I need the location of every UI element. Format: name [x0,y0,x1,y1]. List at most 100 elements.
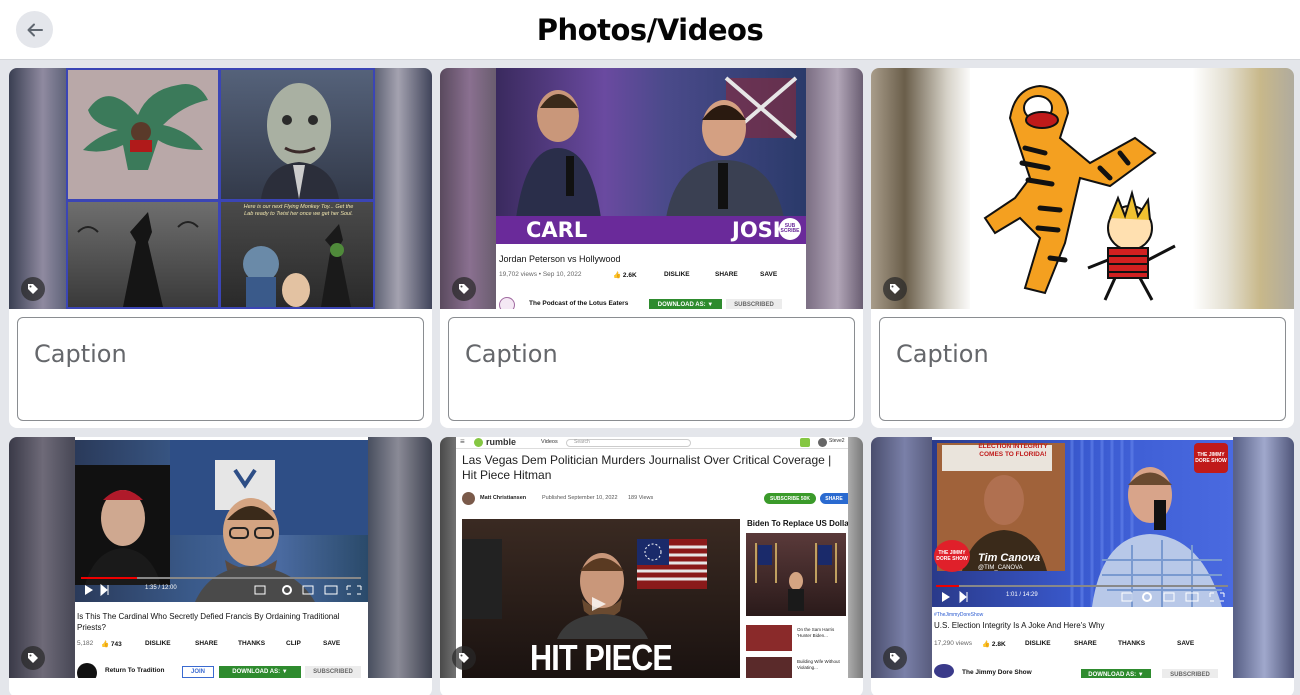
tag-icon [459,653,469,663]
video-headline: HIT PIECE HITMAN [530,637,673,678]
side-thumb-1 [746,533,846,616]
video-title: Las Vegas Dem Politician Murders Journal… [462,453,832,482]
tag-icon [890,653,900,663]
page-title: Photos/Videos [536,13,764,47]
tag-button[interactable] [21,277,45,301]
channel-name: The Jimmy Dore Show [962,669,1032,676]
nav-videos: Videos [541,439,558,445]
thanks-label: THANKS [238,640,266,647]
save-label: SAVE [1177,640,1195,647]
collage-zombie [221,70,373,199]
channel-name: Matt Christiansen [480,495,527,501]
join-button: JOIN [182,666,214,678]
tag-button[interactable] [21,646,45,670]
player-controls-icon [942,590,1225,604]
channel-avatar [934,664,954,678]
publish-date: Published September 10, 2022 [542,495,618,501]
download-button: DOWNLOAD AS: ▼ [1081,669,1151,678]
video-title: Jordan Peterson vs Hollywood [499,254,621,264]
video-screenshot: 1:35 / 12:00 Is This The Cardinal Who Se… [75,437,368,678]
video-frame: 1:35 / 12:00 [75,440,368,602]
collage-toy-scene: Here is our next Flying Monkey Toy... Ge… [221,202,373,307]
download-button: DOWNLOAD AS: ▼ [219,666,301,678]
side-title: Biden To Replace US Dolla [747,519,848,528]
caption-input[interactable] [448,317,855,421]
like-count: 👍 743 [101,641,122,648]
video-title: Is This The Cardinal Who Secretly Defied… [77,612,340,632]
progress-bar [81,577,361,579]
thanks-label: THANKS [1118,640,1146,647]
guest-handle: @TIM_CANOVA [978,565,1023,571]
collage-witch-scene [68,202,218,307]
page-header: Photos/Videos [0,0,1300,60]
like-count: 👍 2.6K [613,272,637,279]
tag-button[interactable] [883,646,907,670]
video-frame: HIT PIECE HITMAN [462,519,740,678]
media-thumbnail[interactable]: Here is our next Flying Monkey Toy... Ge… [9,68,432,309]
media-thumbnail[interactable]: CARL JOSH SUB SCRIBE Jordan Peterson vs … [440,68,863,309]
share-label: SHARE [715,271,738,278]
subscribed-button: SUBSCRIBED [1162,669,1218,678]
side-thumb-2 [746,625,792,651]
user-name: Steve2 [829,438,845,444]
media-card: ≡ rumble Videos Search Steve2 Las Vegas … [440,437,863,695]
video-frame: ELECTION INTEGRITY COMES TO FLORIDA! THE… [932,440,1233,607]
media-thumbnail[interactable]: 1:35 / 12:00 Is This The Cardinal Who Se… [9,437,432,678]
subscribed-button: SUBSCRIBED [305,666,361,678]
video-screenshot: ELECTION INTEGRITY COMES TO FLORIDA! THE… [932,437,1233,678]
subscribed-button: SUBSCRIBED [726,299,782,309]
subscribe-badge: SUB SCRIBE [779,218,801,240]
caption-input[interactable] [879,317,1286,421]
channel-name: Return To Tradition [105,667,165,674]
video-banner: ELECTION INTEGRITY COMES TO FLORIDA! [978,443,1048,458]
site-logo: rumble [486,437,517,447]
hashtag: #TheJimmyDoreShow [934,612,984,618]
media-card: CARL JOSH SUB SCRIBE Jordan Peterson vs … [440,68,863,428]
guest-name: Tim Canova [978,552,1041,564]
rumble-logo-icon [474,438,483,447]
side-item-1: On the Sam Harris 'Hunter Biden... [797,627,835,638]
video-screenshot: CARL JOSH SUB SCRIBE Jordan Peterson vs … [496,68,806,309]
share-label: SHARE [1074,640,1097,647]
side-thumb-3 [746,657,792,678]
collage-flying-monkey [68,70,218,199]
media-card: Here is our next Flying Monkey Toy... Ge… [9,68,432,428]
player-controls-icon [85,583,362,597]
media-card: ELECTION INTEGRITY COMES TO FLORIDA! THE… [871,437,1294,695]
channel-name: The Podcast of the Lotus Eaters [529,300,629,307]
media-thumbnail[interactable] [871,68,1294,309]
progress-bar [936,585,1228,587]
video-frame: CARL JOSH SUB SCRIBE [496,68,806,244]
photo-collage: Here is our next Flying Monkey Toy... Ge… [66,68,375,309]
like-count: 👍 2.8K [982,641,1006,648]
name-left: CARL [526,218,588,242]
media-thumbnail[interactable]: ELECTION INTEGRITY COMES TO FLORIDA! THE… [871,437,1294,678]
subscribe-button: SUBSCRIBE 50K [764,493,816,504]
tag-button[interactable] [452,277,476,301]
video-meta: 17,290 views [934,640,972,647]
rumble-topbar: ≡ rumble Videos Search Steve2 [456,437,848,449]
tag-icon [459,284,469,294]
media-thumbnail[interactable]: ≡ rumble Videos Search Steve2 Las Vegas … [440,437,863,678]
comic-image [970,68,1193,309]
video-meta: 19,702 views • Sep 10, 2022 [499,271,582,278]
user-avatar [818,438,827,447]
save-label: SAVE [323,640,341,647]
tag-icon [28,284,38,294]
tag-button[interactable] [452,646,476,670]
search-placeholder: Search [574,439,590,445]
download-button: DOWNLOAD AS: ▼ [649,299,722,309]
media-card [871,68,1294,428]
share-button: SHARE [820,493,848,504]
show-logo: THE JIMMY DORE SHOW [934,540,970,572]
clip-label: CLIP [286,640,301,647]
share-label: SHARE [195,640,218,647]
side-item-2: Building Wife Without Violating... [797,659,840,670]
tag-icon [890,284,900,294]
save-label: SAVE [760,271,778,278]
caption-input[interactable] [17,317,424,421]
media-card: 1:35 / 12:00 Is This The Cardinal Who Se… [9,437,432,695]
tag-button[interactable] [883,277,907,301]
video-title: U.S. Election Integrity Is A Joke And He… [934,621,1105,630]
upload-icon [800,438,810,447]
